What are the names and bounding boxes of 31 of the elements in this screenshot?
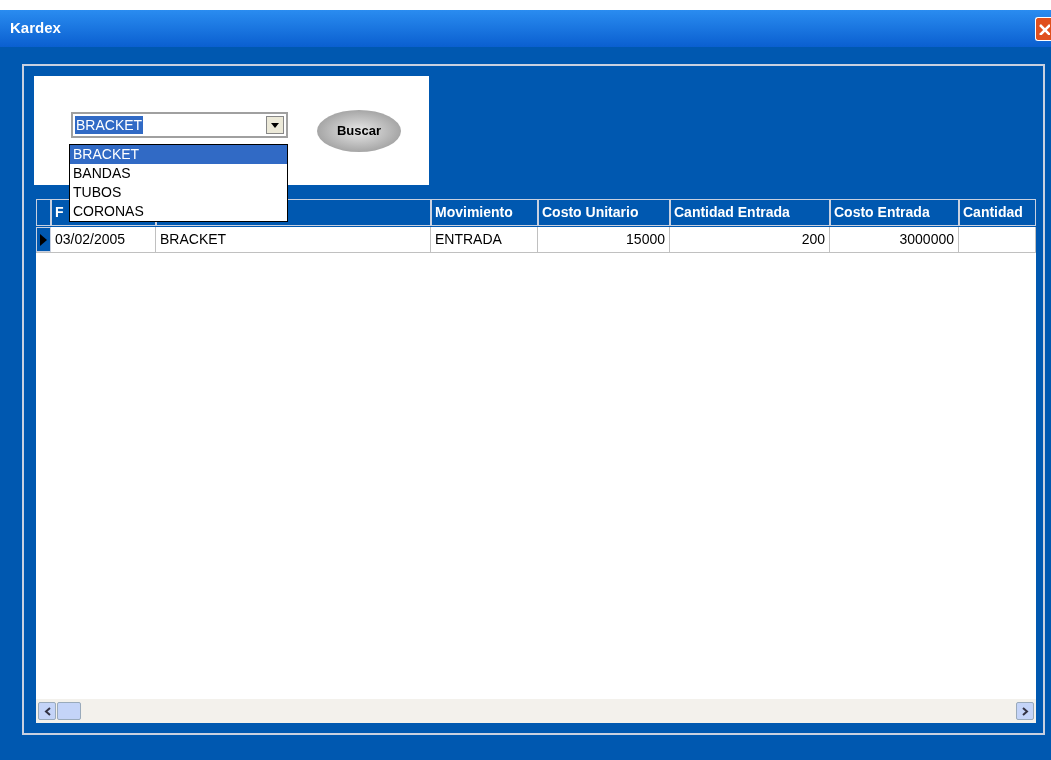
table-cell-text: 200 xyxy=(801,230,825,249)
dropdown-option[interactable]: TUBOS xyxy=(70,183,287,202)
search-button[interactable]: Buscar xyxy=(317,110,401,152)
horizontal-scrollbar[interactable] xyxy=(36,699,1036,723)
product-combobox[interactable]: BRACKET xyxy=(71,112,288,138)
caret-icon xyxy=(271,122,279,128)
table-cell-text: ENTRADA xyxy=(435,230,502,249)
close-icon xyxy=(1037,22,1050,35)
close-button[interactable] xyxy=(1035,16,1051,41)
scroll-right-button[interactable] xyxy=(1016,702,1034,720)
row-selector[interactable] xyxy=(36,227,51,252)
table-cell-text: 3000000 xyxy=(899,230,954,249)
current-row-icon xyxy=(40,233,47,246)
column-header[interactable]: Movimiento xyxy=(431,199,538,226)
dropdown-option[interactable]: BRACKET xyxy=(70,145,287,164)
column-header[interactable]: Costo Unitario xyxy=(538,199,670,226)
table-cell-text: BRACKET xyxy=(160,230,227,249)
window-title: Kardex xyxy=(10,18,61,39)
table-cell-text: 15000 xyxy=(626,230,665,249)
dropdown-button[interactable] xyxy=(266,116,284,134)
dropdown-option[interactable]: CORONAS xyxy=(70,202,287,221)
dropdown-option[interactable]: BANDAS xyxy=(70,164,287,183)
scroll-left-button[interactable] xyxy=(38,702,56,720)
combobox-value: BRACKET xyxy=(75,116,144,134)
chevron-left-icon xyxy=(43,706,51,716)
column-header[interactable]: Cantidad xyxy=(959,199,1036,226)
chevron-right-icon xyxy=(1021,706,1029,716)
column-header[interactable]: Costo Entrada xyxy=(830,199,959,226)
column-header[interactable]: Cantidad Entrada xyxy=(670,199,830,226)
table-cell-text: 03/02/2005 xyxy=(55,230,126,249)
scroll-thumb[interactable] xyxy=(57,702,81,720)
